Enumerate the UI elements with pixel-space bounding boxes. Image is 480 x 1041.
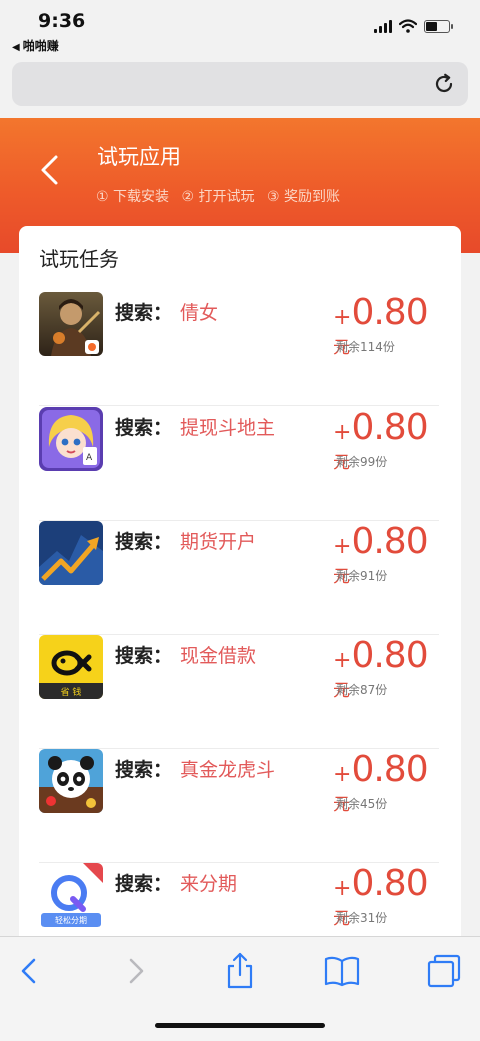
search-term: 倩女 xyxy=(180,302,219,324)
search-term: 现金借款 xyxy=(180,645,257,667)
search-label: 搜索： xyxy=(115,417,173,439)
reward-plus: + xyxy=(333,876,352,901)
search-term: 提现斗地主 xyxy=(180,417,276,439)
reward-value: 0.80 xyxy=(351,407,428,448)
task-item[interactable]: 搜索： 倩女 +0.80元 剩余114份 xyxy=(39,292,439,406)
icon-caption: 省 钱 xyxy=(61,686,82,698)
icon-caption: 轻松分期 xyxy=(55,915,87,925)
status-time: 9:36 xyxy=(38,10,86,32)
step-2: ② 打开试玩 xyxy=(181,189,255,205)
search-label: 搜索： xyxy=(115,759,173,781)
steps-guide: ① 下载安装 ② 打开试玩 ③ 奖励到账 xyxy=(96,186,348,206)
task-item[interactable]: 搜索： 真金龙虎斗 +0.80元 剩余45份 xyxy=(39,749,439,863)
back-triangle-icon: ◀ xyxy=(12,42,20,53)
task-card: 试玩任务 搜索： 倩女 +0.80元 剩余114份 A 搜索： 提现斗地主 +0… xyxy=(19,226,461,946)
reward-value: 0.80 xyxy=(351,863,428,904)
search-term: 期货开户 xyxy=(180,531,257,553)
reward-plus: + xyxy=(333,305,352,330)
reward-plus: + xyxy=(333,534,352,559)
game-warrior-icon xyxy=(39,292,103,356)
remaining-count: 剩余99份 xyxy=(336,455,388,469)
reward-value: 0.80 xyxy=(351,749,428,790)
reward-value: 0.80 xyxy=(351,635,428,676)
reward-plus: + xyxy=(333,648,352,673)
divider xyxy=(39,405,439,406)
remaining-count: 剩余31份 xyxy=(336,911,388,925)
back-to-app-link[interactable]: ◀ 啪啪赚 xyxy=(12,37,59,54)
search-term: 真金龙虎斗 xyxy=(180,759,276,781)
wifi-icon xyxy=(399,19,417,33)
reward-value: 0.80 xyxy=(351,292,428,333)
reward-value: 0.80 xyxy=(351,521,428,562)
reward-plus: + xyxy=(333,762,352,787)
forward-chevron-icon[interactable] xyxy=(115,951,155,991)
step-3: ③ 奖励到账 xyxy=(266,189,340,205)
remaining-count: 剩余114份 xyxy=(336,340,395,354)
search-label: 搜索： xyxy=(115,302,173,324)
battery-icon xyxy=(424,19,453,33)
remaining-count: 剩余91份 xyxy=(336,569,388,583)
tabs-icon[interactable] xyxy=(424,951,464,991)
reload-icon[interactable] xyxy=(432,72,456,96)
page: 9:36 ◀ 啪啪赚 试玩应用 ① 下载安装 ② 打开试玩 ③ 奖励到账 试玩任… xyxy=(0,0,480,1041)
fish-money-icon: 省 钱 xyxy=(39,635,103,699)
back-chevron-icon[interactable] xyxy=(10,951,50,991)
remaining-count: 剩余45份 xyxy=(336,797,388,811)
address-bar[interactable] xyxy=(12,62,468,106)
step-1: ① 下载安装 xyxy=(96,189,170,205)
bookmarks-icon[interactable] xyxy=(322,951,362,991)
search-term: 来分期 xyxy=(180,873,238,895)
card-title: 试玩任务 xyxy=(39,247,119,271)
search-label: 搜索： xyxy=(115,531,173,553)
browser-toolbar xyxy=(0,936,480,1041)
home-indicator xyxy=(155,1023,325,1028)
trend-chart-icon xyxy=(39,521,103,585)
reward-plus: + xyxy=(333,420,352,445)
page-title: 试玩应用 xyxy=(97,145,181,169)
back-arrow-icon[interactable] xyxy=(38,154,60,186)
share-icon[interactable] xyxy=(220,951,260,991)
remaining-count: 剩余87份 xyxy=(336,683,388,697)
panda-game-icon xyxy=(39,749,103,813)
status-bar: 9:36 ◀ 啪啪赚 xyxy=(0,0,480,56)
search-label: 搜索： xyxy=(115,645,173,667)
status-icons xyxy=(374,18,453,34)
search-label: 搜索： xyxy=(115,873,173,895)
task-item[interactable]: A 搜索： 提现斗地主 +0.80元 剩余99份 xyxy=(39,407,439,521)
q-installment-icon: 轻松分期 xyxy=(39,863,103,927)
svg-text:A: A xyxy=(86,453,93,463)
task-item[interactable]: 省 钱 搜索： 现金借款 +0.80元 剩余87份 xyxy=(39,635,439,749)
task-item[interactable]: 搜索： 期货开户 +0.80元 剩余91份 xyxy=(39,521,439,635)
cellular-signal-icon xyxy=(374,19,392,33)
card-game-girl-icon: A xyxy=(39,407,103,471)
back-app-label: 啪啪赚 xyxy=(22,39,59,53)
